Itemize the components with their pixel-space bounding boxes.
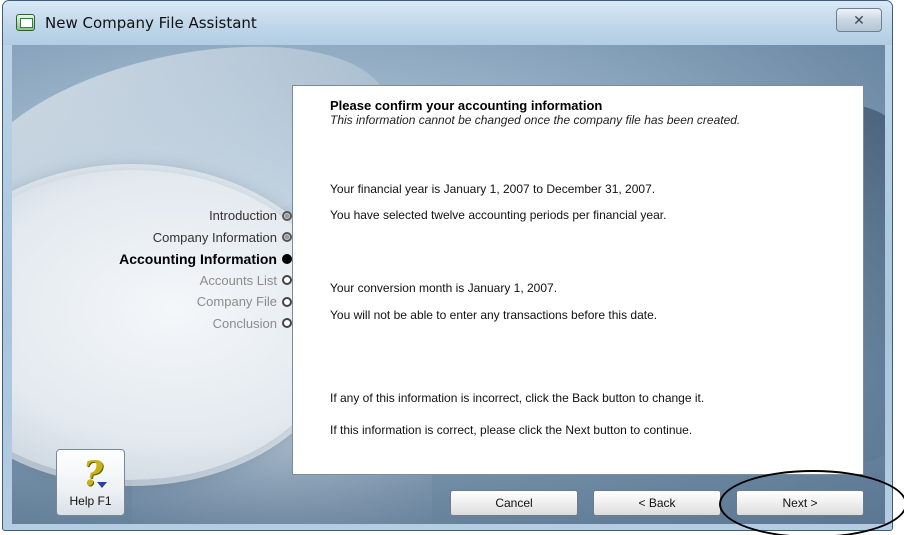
step-label: Company File — [196, 294, 277, 310]
step-indicator-icon — [282, 296, 292, 307]
step-indicator-icon — [282, 318, 292, 329]
close-icon: ✕ — [853, 12, 865, 28]
step-indicator-icon — [282, 275, 292, 286]
correct-info-hint: If this information is correct, please c… — [330, 423, 693, 437]
wizard-body: Introduction Company Information Account… — [12, 45, 885, 524]
conversion-warning-text: You will not be able to enter any transa… — [330, 308, 658, 322]
step-label: Conclusion — [212, 315, 277, 331]
step-label: Accounting Information — [119, 250, 277, 267]
back-button-label: < Back — [638, 496, 676, 510]
step-conclusion: Conclusion — [119, 313, 292, 335]
step-indicator-icon — [282, 253, 292, 264]
back-button[interactable]: < Back — [593, 490, 721, 516]
step-company-file: Company File — [119, 291, 292, 313]
step-introduction[interactable]: Introduction — [119, 205, 292, 227]
panel-note: This information cannot be changed once … — [330, 113, 741, 127]
next-button[interactable]: Next > — [736, 490, 864, 516]
panel-heading: Please confirm your accounting informati… — [330, 98, 603, 113]
title-bar: New Company File Assistant ✕ — [3, 1, 892, 45]
step-accounting-information: Accounting Information — [119, 248, 292, 270]
step-indicator-icon — [282, 210, 292, 221]
cancel-button-label: Cancel — [495, 496, 533, 510]
help-arrow-icon — [97, 482, 107, 488]
step-label: Accounts List — [199, 272, 277, 288]
step-indicator-icon — [282, 232, 292, 243]
next-button-label: Next > — [782, 496, 818, 510]
new-company-file-assistant-window: New Company File Assistant ✕ Introductio… — [2, 0, 893, 531]
cancel-button[interactable]: Cancel — [450, 490, 578, 516]
step-accounts-list: Accounts List — [119, 270, 292, 292]
conversion-month-text: Your conversion month is January 1, 2007… — [330, 281, 558, 295]
accounting-periods-text: You have selected twelve accounting peri… — [330, 208, 667, 222]
content-panel: Please confirm your accounting informati… — [292, 85, 864, 475]
window-title: New Company File Assistant — [45, 14, 257, 32]
incorrect-info-hint: If any of this information is incorrect,… — [330, 391, 705, 405]
help-button[interactable]: ? Help F1 — [56, 449, 125, 516]
step-label: Introduction — [209, 208, 277, 224]
step-company-information[interactable]: Company Information — [119, 227, 292, 249]
help-button-label: Help F1 — [69, 494, 112, 508]
company-file-icon — [16, 14, 35, 31]
financial-year-text: Your financial year is January 1, 2007 t… — [330, 182, 656, 196]
wizard-steps: Introduction Company Information Account… — [119, 205, 292, 334]
step-label: Company Information — [152, 229, 277, 245]
close-button[interactable]: ✕ — [836, 8, 882, 32]
